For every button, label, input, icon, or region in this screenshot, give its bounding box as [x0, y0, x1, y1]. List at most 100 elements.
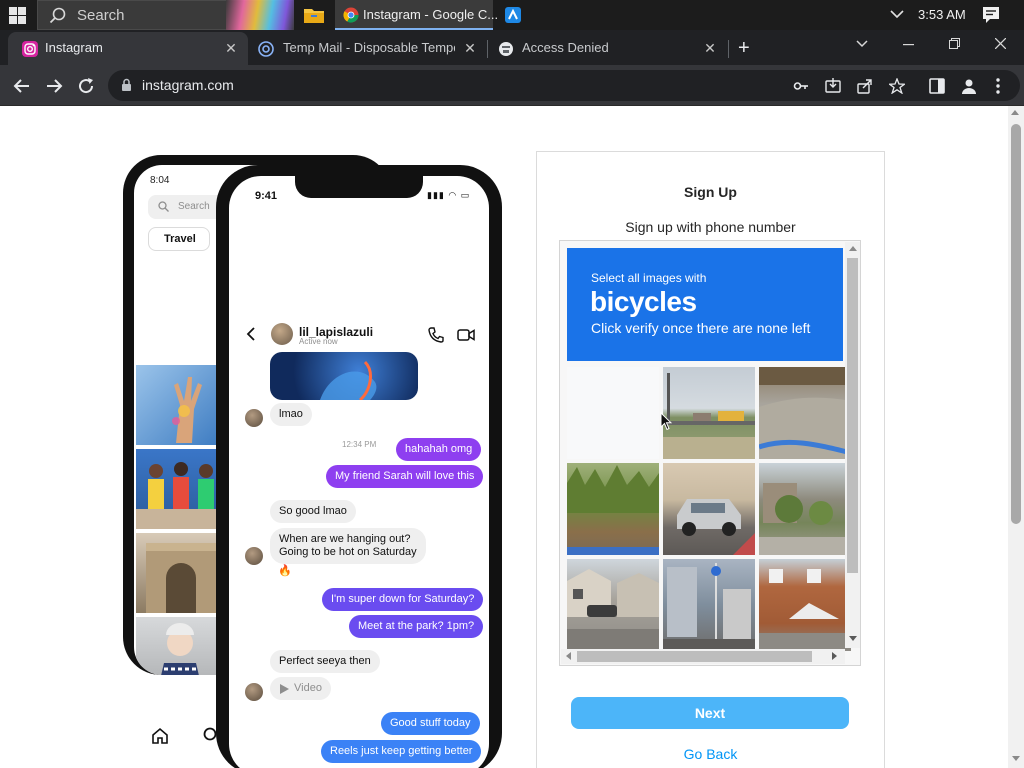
url-text[interactable]: instagram.com	[142, 77, 234, 93]
restore-icon[interactable]	[949, 38, 960, 49]
tab-instagram[interactable]: Instagram ✕	[8, 32, 248, 65]
captcha-tile[interactable]	[759, 559, 851, 651]
captcha-tile[interactable]	[567, 367, 659, 459]
tab-title: Instagram	[45, 40, 103, 55]
scroll-up-arrow-icon[interactable]	[1011, 110, 1019, 115]
search-highlight-art	[226, 0, 294, 30]
captcha-tile[interactable]	[663, 559, 755, 651]
close-icon[interactable]: ✕	[224, 41, 238, 55]
captcha-tile[interactable]	[663, 367, 755, 459]
phone-call-icon	[428, 327, 444, 343]
windows-taskbar: Search Instagram - Google C... 3:53 AM	[0, 0, 1024, 30]
side-panel-icon[interactable]	[929, 78, 945, 94]
phone-back-time: 8:04	[150, 175, 170, 186]
search-icon	[158, 201, 169, 212]
new-tab-plus-icon[interactable]: +	[738, 38, 750, 58]
close-window-icon[interactable]	[995, 38, 1006, 49]
tab-title: Access Denied	[522, 40, 609, 55]
app-icon[interactable]	[503, 5, 523, 25]
chat-active-status: Active now	[299, 337, 338, 346]
close-icon[interactable]: ✕	[703, 41, 717, 55]
instagram-icon	[22, 41, 38, 57]
install-icon[interactable]	[825, 78, 841, 94]
kebab-menu-icon[interactable]	[996, 78, 1000, 94]
search-icon	[49, 7, 66, 24]
phone-front-time: 9:41	[255, 190, 278, 202]
home-icon	[152, 727, 168, 744]
share-icon[interactable]	[857, 78, 873, 94]
notification-icon[interactable]	[982, 6, 1000, 24]
phone-status-icons: ▮▮▮ ◠ ▭	[427, 190, 471, 200]
windows-start-icon[interactable]	[9, 7, 26, 24]
taskbar-clock[interactable]: 3:53 AM	[918, 7, 966, 22]
tab-title: Temp Mail - Disposable Tempora	[283, 40, 455, 55]
tab-search-chevron-icon[interactable]	[856, 40, 868, 48]
avatar	[245, 683, 263, 701]
captcha-target: bicycles	[590, 286, 697, 317]
explore-image-friends	[136, 449, 226, 529]
close-icon[interactable]: ✕	[463, 41, 477, 55]
video-label: Video	[294, 682, 322, 694]
taskbar-chrome-window[interactable]: Instagram - Google C...	[335, 0, 498, 30]
reload-icon[interactable]	[76, 76, 96, 96]
signup-subtitle: Sign up with phone number	[625, 219, 796, 235]
scroll-left-arrow-icon[interactable]	[566, 652, 571, 660]
search-icon	[203, 727, 217, 741]
tab-separator	[728, 40, 729, 58]
explore-image-arch	[136, 533, 226, 613]
key-icon[interactable]	[793, 78, 809, 94]
captcha-tile[interactable]	[663, 463, 755, 555]
captcha-tile[interactable]	[567, 463, 659, 555]
chat-bubble-out: hahahah omg	[396, 438, 482, 461]
captcha-tile[interactable]	[567, 559, 659, 651]
scroll-down-arrow-icon[interactable]	[1012, 756, 1020, 761]
browser-toolbar: instagram.com	[0, 65, 1024, 106]
play-icon	[280, 684, 289, 694]
chevron-left-icon	[246, 327, 255, 341]
scroll-down-arrow-icon[interactable]	[849, 636, 857, 641]
phone-notch	[295, 176, 423, 198]
avatar	[245, 409, 263, 427]
minimize-icon[interactable]	[903, 44, 914, 46]
file-explorer-icon[interactable]	[303, 5, 325, 25]
chat-bubble-out: Good stuff today	[381, 712, 480, 735]
page-scroll-thumb[interactable]	[1011, 124, 1021, 524]
chrome-icon	[343, 7, 359, 23]
mouse-cursor-icon	[660, 412, 672, 431]
lock-icon[interactable]	[121, 78, 132, 92]
chat-timestamp: 12:34 PM	[342, 440, 377, 449]
scroll-right-arrow-icon[interactable]	[832, 652, 837, 660]
signup-title: Sign Up	[684, 184, 737, 200]
captcha-hint: Click verify once there are none left	[591, 320, 811, 336]
forward-arrow-icon[interactable]	[44, 76, 64, 96]
captcha-instruction: Select all images with	[591, 271, 707, 285]
chevron-up-icon[interactable]	[890, 9, 904, 19]
profile-icon[interactable]	[961, 78, 977, 94]
phone-back-search-placeholder: Search	[178, 201, 210, 212]
taskbar-search-placeholder: Search	[77, 7, 125, 24]
phone-back-chip-label: Travel	[164, 233, 196, 245]
chat-bubble-out: I'm super down for Saturday?	[322, 588, 484, 611]
address-bar[interactable]: instagram.com	[108, 70, 1020, 101]
captcha-vertical-scroll-thumb[interactable]	[847, 258, 858, 573]
fire-emoji: 🔥	[278, 565, 292, 577]
chat-bubble-out: Reels just keep getting better	[321, 740, 482, 763]
video-call-icon	[457, 329, 475, 341]
go-back-link[interactable]: Go Back	[536, 746, 885, 762]
captcha-horizontal-scroll-thumb[interactable]	[577, 651, 812, 662]
next-button[interactable]: Next	[571, 697, 849, 729]
captcha-tile[interactable]	[759, 367, 851, 459]
chat-bubble-in: When are we hanging out? Going to be hot…	[270, 528, 426, 564]
chat-shared-image	[270, 352, 418, 400]
tab-strip: Instagram ✕ Temp Mail - Disposable Tempo…	[0, 30, 1024, 65]
scroll-up-arrow-icon[interactable]	[849, 246, 857, 251]
captcha-tile[interactable]	[759, 463, 851, 555]
taskbar-chrome-label: Instagram - Google C...	[363, 7, 499, 22]
star-icon[interactable]	[889, 78, 905, 94]
tab-temp-mail[interactable]: Temp Mail - Disposable Tempora ✕	[248, 32, 488, 65]
avatar	[245, 547, 263, 565]
tab-access-denied[interactable]: Access Denied ✕	[488, 32, 728, 65]
back-arrow-icon[interactable]	[12, 76, 32, 96]
site-icon	[499, 42, 513, 56]
chat-bubble-out: My friend Sarah will love this	[326, 465, 484, 488]
